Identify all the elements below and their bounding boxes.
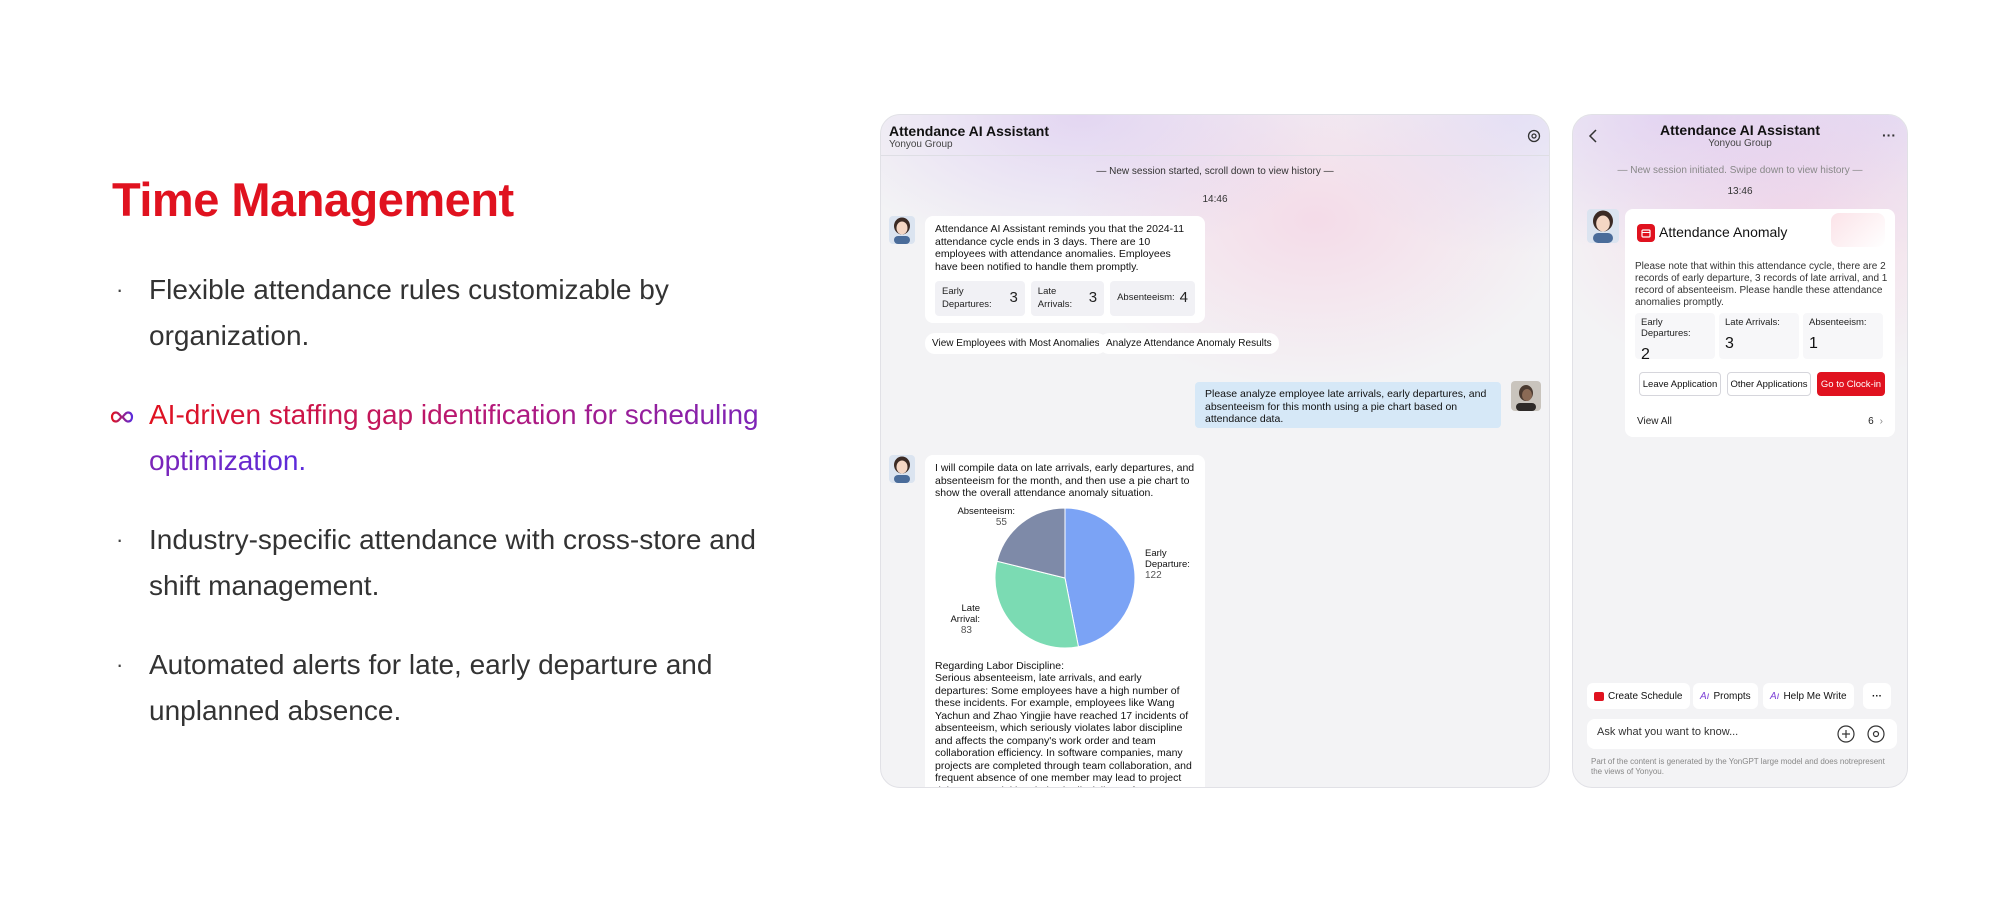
chip-label: Prompts [1713, 690, 1751, 702]
reply-body: Regarding Labor Discipline: Serious abse… [935, 659, 1192, 788]
mobile-session-notice: — New session initiated. Swipe down to v… [1617, 165, 1863, 176]
stat-label: Absenteeism: [1117, 292, 1175, 304]
stat-value: 4 [1179, 289, 1188, 307]
leave-application-button[interactable]: Leave Application [1639, 372, 1721, 396]
mobile-title: Attendance AI Assistant [1660, 122, 1820, 138]
mobile-assistant-panel: Attendance AI Assistant Yonyou Group ···… [1572, 114, 1908, 788]
view-all-label: View All [1637, 415, 1672, 427]
panel-subtitle: Yonyou Group [889, 139, 953, 150]
card-title: Attendance Anomaly [1659, 224, 1788, 240]
pie-label: Arrival: [950, 614, 980, 625]
pie-value-label: 83 [961, 625, 973, 636]
bullet-icon: · [116, 652, 124, 677]
stats-row: Early Departures: 3 Late Arrivals: 3 Absen… [935, 281, 1195, 316]
pie-slice [1064, 506, 1136, 647]
stat-early-departures: Early Departures: 3 [935, 281, 1025, 316]
settings-icon[interactable] [1525, 127, 1543, 145]
disclaimer: Part of the content is generated by the … [1591, 757, 1885, 776]
bullet-icon: · [116, 527, 124, 552]
calendar-illustration-icon [1831, 213, 1885, 247]
timestamp: 14:46 [1202, 194, 1228, 205]
voice-icon[interactable] [1867, 725, 1885, 743]
stat-value: 3 [1009, 289, 1018, 307]
pie-value-label: 55 [996, 517, 1008, 528]
help-me-write-chip[interactable]: Aı Help Me Write [1763, 683, 1854, 709]
view-all-count-wrap: 6 › [1868, 416, 1883, 427]
stat-late-arrivals: Late Arrivals: 3 [1030, 281, 1105, 316]
reply-intro: I will compile data on late arrivals, ea… [935, 462, 1195, 499]
suggestion-view-employees[interactable]: View Employees with Most Anomalies [925, 333, 1107, 354]
stat-value: 3 [1725, 335, 1734, 352]
ai-icon: Aı [1770, 690, 1780, 702]
stat-label: Early Departures: [942, 286, 992, 310]
feature-item: · Automated alerts for late, early depar… [112, 642, 792, 734]
pie-label: Late [962, 603, 981, 614]
ask-input-box [1587, 719, 1897, 749]
create-schedule-chip[interactable]: Create Schedule [1587, 683, 1690, 709]
mobile-timestamp: 13:46 [1727, 186, 1753, 197]
assistant-avatar [889, 455, 915, 483]
suggestion-analyze-results[interactable]: Analyze Attendance Anomaly Results [1099, 333, 1279, 354]
analysis-reply: I will compile data on late arrivals, ea… [925, 455, 1205, 788]
reminder-text: Attendance AI Assistant reminds you that… [935, 223, 1185, 273]
stat-absenteeism: Absenteeism: 1 [1803, 313, 1883, 359]
chip-label: Create Schedule [1608, 690, 1683, 702]
view-all-row[interactable]: View All 6 › [1637, 413, 1883, 429]
more-chips-icon[interactable]: ··· [1863, 683, 1891, 709]
user-avatar [1511, 381, 1541, 411]
stat-absenteeism: Absenteeism: 4 [1110, 281, 1195, 316]
user-message: Please analyze employee late arrivals, e… [1195, 382, 1501, 428]
go-to-clockin-button[interactable]: Go to Clock-in [1817, 372, 1885, 396]
chevron-right-icon: › [1879, 415, 1883, 427]
header-divider [881, 155, 1549, 156]
card-text: Please note that within this attendance … [1635, 261, 1888, 308]
chip-label: Help Me Write [1783, 690, 1847, 702]
mobile-header: Attendance AI Assistant Yonyou Group [1573, 122, 1907, 149]
stat-early-departures: Early Departures: 2 [1635, 313, 1715, 363]
pie-label: Early [1145, 548, 1167, 559]
stat-value: 3 [1088, 289, 1098, 307]
ai-infinity-icon [110, 394, 134, 440]
pie-label: Departure: [1145, 559, 1190, 570]
intro-section: Time Management · Flexible attendance ru… [110, 172, 792, 767]
ai-icon: Aı [1700, 690, 1710, 702]
pie-value-label: 122 [1145, 570, 1162, 581]
stat-label: Late Arrivals: [1725, 317, 1780, 328]
attendance-anomaly-card: Attendance Anomaly Please note that with… [1625, 209, 1895, 437]
section-title: Time Management [112, 173, 514, 226]
session-notice: — New session started, scroll down to vi… [1096, 166, 1334, 177]
feature-item: · Industry-specific attendance with cros… [112, 517, 792, 609]
view-all-count: 6 [1868, 415, 1874, 427]
feature-text: Flexible attendance rules customizable b… [149, 274, 669, 351]
pie-label: Absenteeism: [957, 506, 1015, 517]
schedule-icon [1594, 691, 1604, 701]
more-icon[interactable]: ··· [1879, 127, 1899, 143]
feature-text: Automated alerts for late, early departu… [149, 649, 713, 726]
stat-label: Early Departures: [1641, 317, 1691, 339]
assistant-avatar [1587, 209, 1619, 243]
other-applications-button[interactable]: Other Applications [1727, 372, 1811, 396]
stat-value: 1 [1809, 335, 1818, 352]
stat-label: Absenteeism: [1809, 317, 1867, 328]
stat-late-arrivals: Late Arrivals: 3 [1719, 313, 1799, 359]
panel-header: Attendance AI Assistant Yonyou Group [889, 123, 1049, 150]
pie-chart: EarlyDeparture:122 LateArrival:83 Absentee… [950, 506, 1190, 648]
stat-label: Late Arrivals: [1037, 286, 1073, 310]
feature-text: AI-driven staffing gap identification fo… [149, 399, 759, 476]
assistant-avatar [889, 216, 915, 244]
bullet-icon: · [116, 277, 124, 302]
panel-title: Attendance AI Assistant [889, 123, 1049, 139]
prompts-chip[interactable]: Aı Prompts [1693, 683, 1758, 709]
feature-list: · Flexible attendance rules customizable… [110, 267, 792, 734]
add-icon[interactable] [1837, 725, 1855, 743]
mobile-subtitle: Yonyou Group [1708, 138, 1772, 149]
reminder-message: Attendance AI Assistant reminds you that… [925, 216, 1205, 323]
stat-value: 2 [1641, 346, 1650, 363]
desktop-assistant-panel: Attendance AI Assistant Yonyou Group — N… [880, 114, 1550, 788]
feature-text: Industry-specific attendance with cross-… [149, 524, 756, 601]
calendar-icon [1637, 224, 1655, 242]
feature-item-ai: AI-driven staffing gap identification fo… [110, 392, 792, 484]
feature-item: · Flexible attendance rules customizable… [112, 267, 792, 359]
ask-input[interactable] [1597, 726, 1817, 738]
